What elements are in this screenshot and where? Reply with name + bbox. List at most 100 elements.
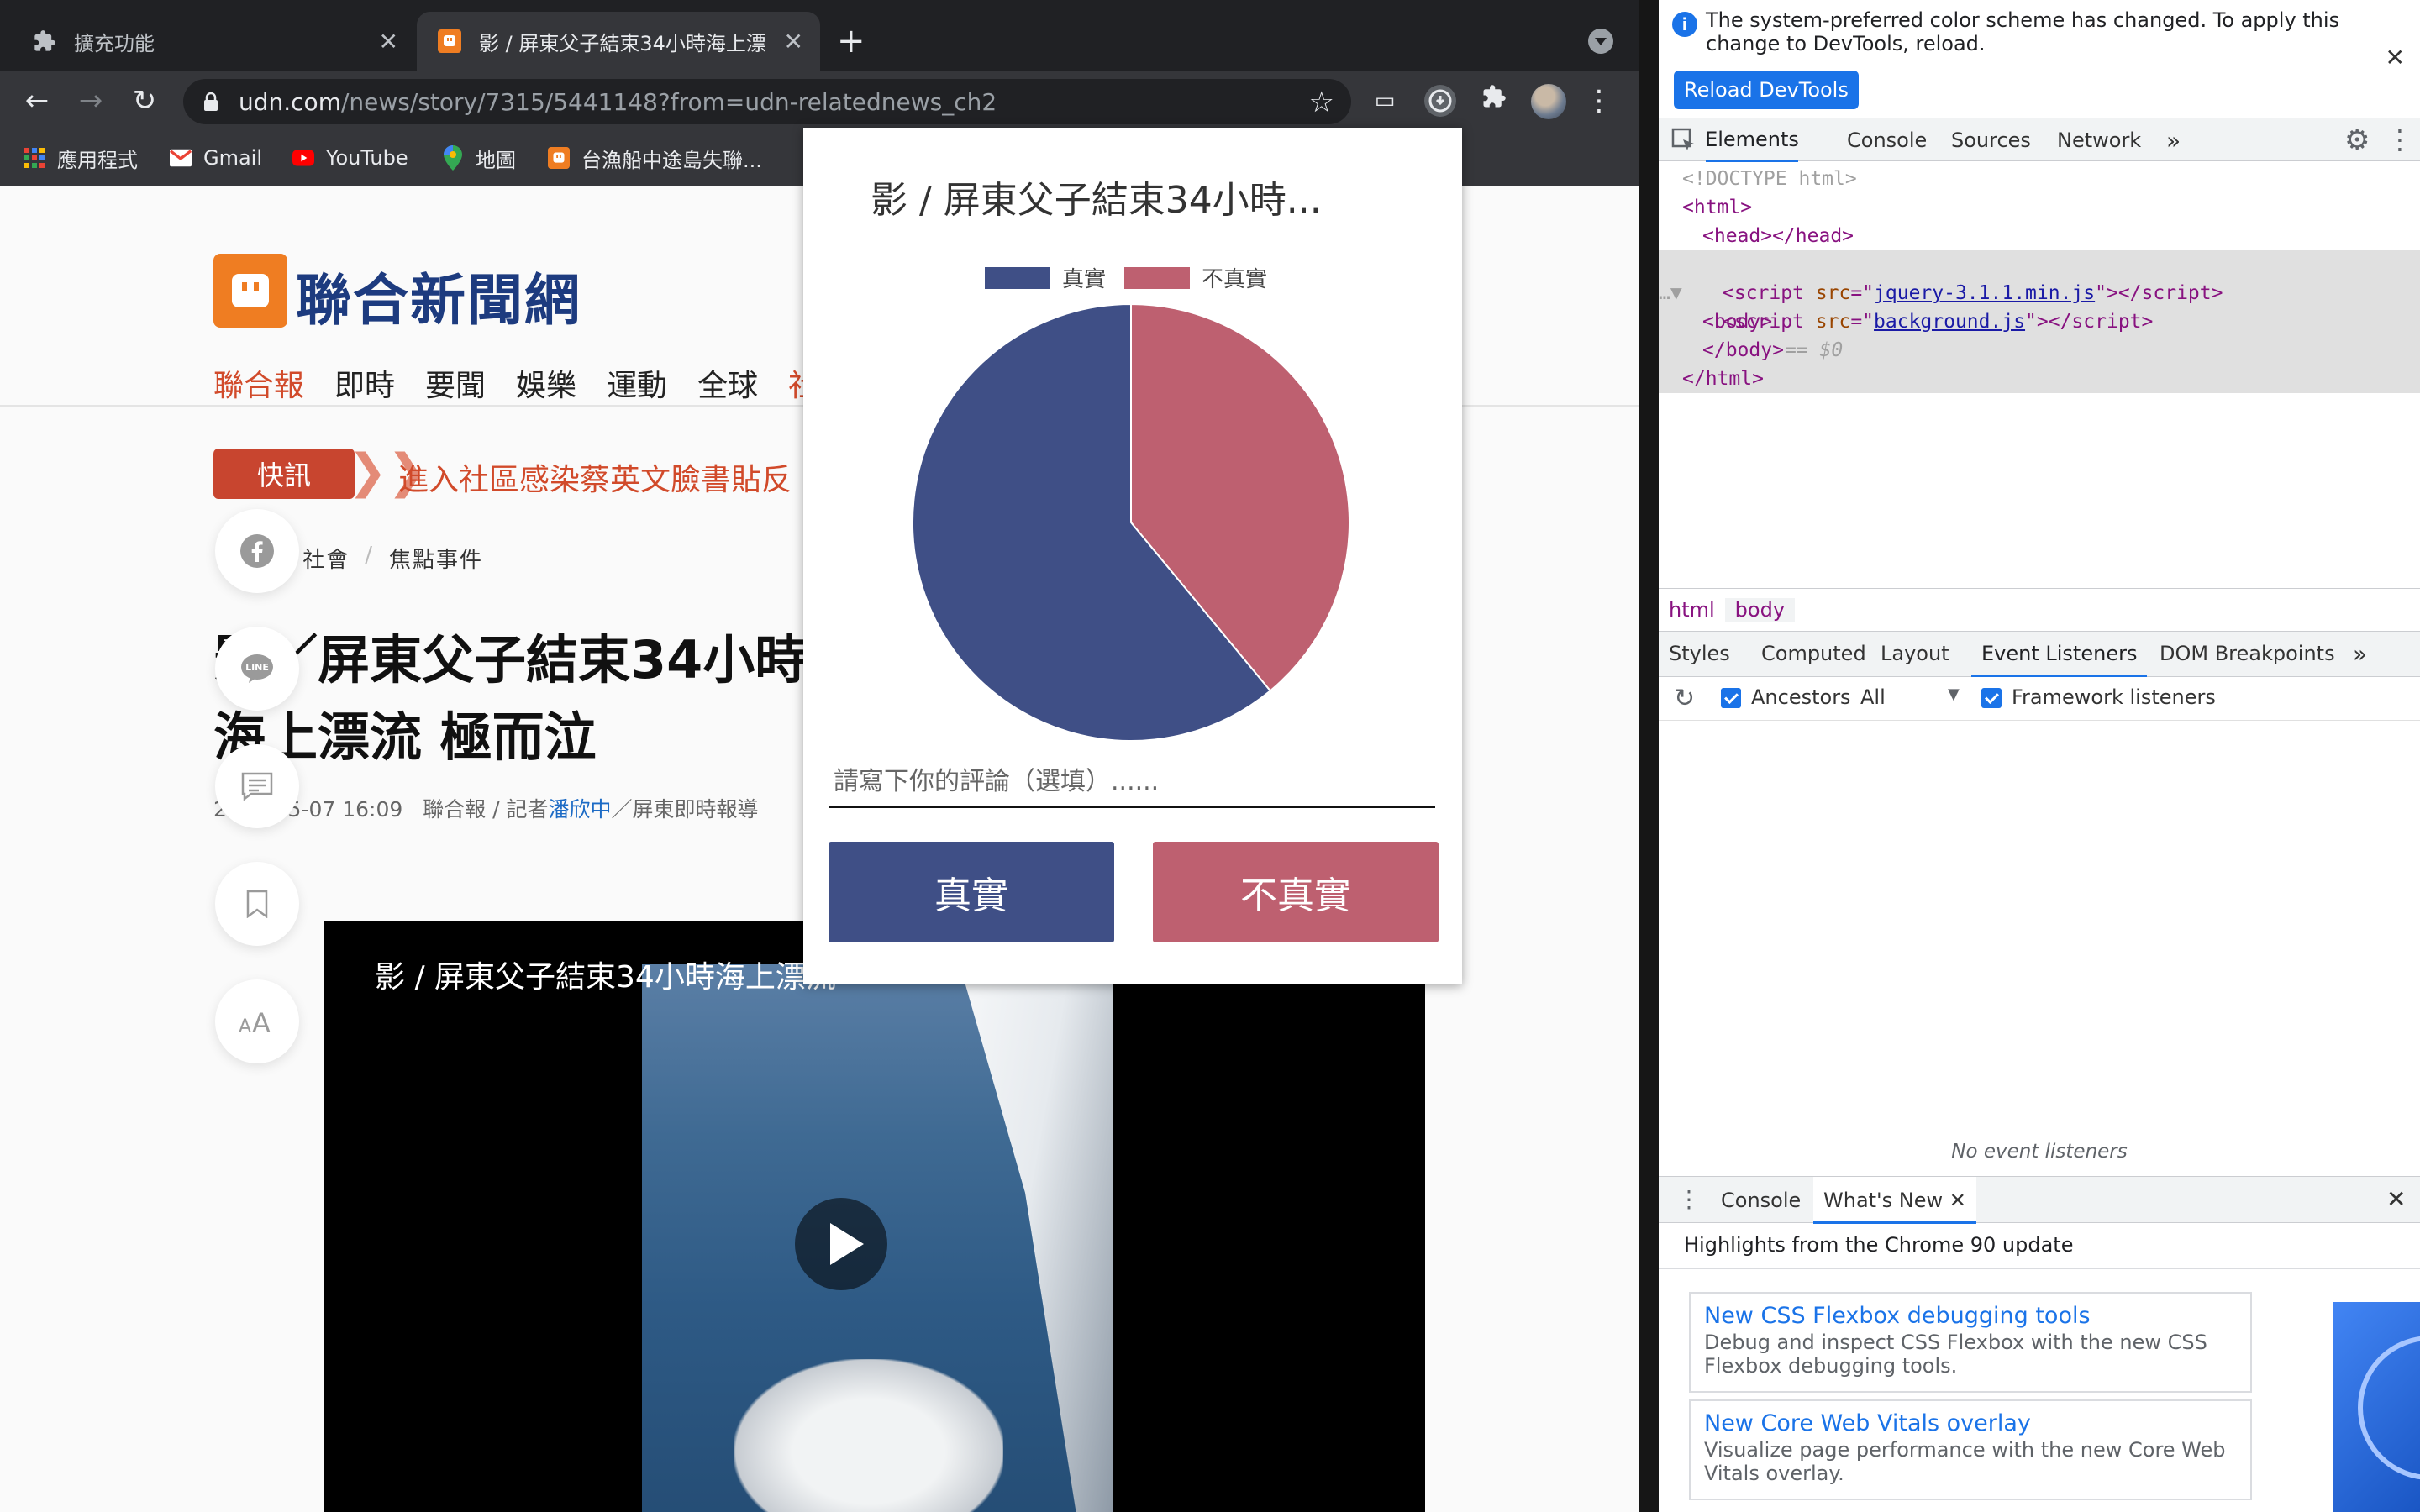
font-size-button[interactable]: AA	[215, 979, 299, 1063]
bookmark-star-icon[interactable]: ☆	[1309, 86, 1334, 119]
facebook-share-button[interactable]	[215, 509, 299, 593]
legend-swatch	[985, 266, 1050, 289]
crumb-html[interactable]: html	[1659, 598, 1725, 622]
play-button[interactable]	[795, 1198, 887, 1290]
extensions-puzzle-icon[interactable]	[1477, 84, 1511, 118]
bookmark-youtube[interactable]: YouTube	[292, 143, 408, 173]
comment-input[interactable]	[829, 756, 1435, 808]
legend-label: 不真實	[1202, 267, 1268, 292]
bookmark-maps[interactable]: 地圖	[442, 143, 516, 173]
udn-logo[interactable]	[213, 254, 287, 328]
close-drawer-icon[interactable]: ✕	[2386, 1185, 2406, 1213]
vote-true-button[interactable]: 真實	[829, 842, 1114, 942]
video-player[interactable]: 影 / 屏東父子結束34小時海上漂流	[324, 921, 1425, 1512]
apps-grid-icon	[24, 147, 45, 169]
tab-dom-breakpoints[interactable]: DOM Breakpoints	[2149, 632, 2345, 675]
breadcrumb-item[interactable]: 焦點事件	[389, 543, 483, 574]
line-share-button[interactable]: LINE	[215, 627, 299, 711]
nav-item-realtime[interactable]: 即時	[334, 361, 395, 405]
script-src-link[interactable]: background.js	[1874, 311, 2025, 333]
nav-item-udn-paper[interactable]: 聯合報	[213, 361, 304, 405]
bookmark-udn-article[interactable]: 台漁船中途島失聯...	[548, 143, 762, 173]
card-description: Debug and inspect CSS Flexbox with the n…	[1704, 1331, 2207, 1378]
cast-icon[interactable]: ▭	[1368, 84, 1402, 118]
inspect-element-icon[interactable]	[1670, 127, 1697, 154]
svg-text:LINE: LINE	[245, 662, 269, 673]
drawer-menu-icon[interactable]: ⋮	[1677, 1185, 1701, 1213]
author-link[interactable]: 潘欣中	[548, 797, 611, 822]
tab-search-icon[interactable]	[1588, 29, 1613, 54]
comment-icon	[241, 772, 273, 801]
panel-divider[interactable]	[1639, 0, 1659, 1512]
tab-event-listeners[interactable]: Event Listeners	[1971, 632, 2148, 677]
more-tabs-icon[interactable]: »	[2156, 118, 2191, 162]
address-bar[interactable]: udn.com/news/story/7315/5441148?from=udn…	[183, 79, 1351, 124]
raft-image	[734, 1359, 1003, 1512]
tab-extensions[interactable]: 擴充功能 ✕	[12, 12, 415, 71]
close-icon[interactable]: ✕	[379, 28, 398, 55]
tab-layout[interactable]: Layout	[1870, 632, 1960, 675]
tree-script-background[interactable]: <script src="background.js"></script>	[1723, 307, 2153, 336]
card-title-link[interactable]: New Core Web Vitals overlay	[1704, 1410, 2237, 1438]
reload-devtools-button[interactable]: Reload DevTools	[1674, 71, 1859, 109]
more-tabs-icon[interactable]: »	[2343, 632, 2377, 675]
crumb-body[interactable]: body	[1724, 598, 1796, 622]
vote-false-button[interactable]: 不真實	[1153, 842, 1439, 942]
drawer-tab-whats-new[interactable]: What's New ✕	[1813, 1177, 1976, 1224]
tree-html-open[interactable]: <html>	[1682, 193, 1752, 222]
tab-article[interactable]: 影 / 屏東父子結束34小時海上漂 ✕	[417, 12, 820, 71]
framework-checkbox[interactable]	[1981, 688, 2002, 708]
devtools-menu-icon[interactable]: ⋮	[2386, 123, 2413, 155]
nav-item-headlines[interactable]: 要聞	[425, 361, 486, 405]
new-tab-button[interactable]: +	[837, 20, 865, 62]
ancestors-checkbox[interactable]	[1721, 688, 1741, 708]
url-host: udn.com	[239, 87, 341, 116]
tab-console[interactable]: Console	[1837, 118, 1937, 162]
nav-item-sports[interactable]: 運動	[607, 361, 667, 405]
script-src-link[interactable]: jquery-3.1.1.min.js	[1874, 282, 2095, 304]
comment-button[interactable]	[215, 744, 299, 828]
info-icon: i	[1672, 12, 1697, 37]
back-icon[interactable]: ←	[18, 82, 55, 119]
close-icon[interactable]: ✕	[2386, 44, 2405, 71]
nav-item-global[interactable]: 全球	[697, 361, 758, 405]
tab-title: 擴充功能	[74, 31, 155, 55]
profile-avatar[interactable]	[1531, 84, 1566, 119]
tree-doctype[interactable]: <!DOCTYPE html>	[1682, 165, 1857, 193]
tree-script-jquery[interactable]: <script src="jquery-3.1.1.min.js"></scri…	[1723, 279, 2223, 307]
tree-html-close[interactable]: </html>	[1682, 365, 1764, 393]
whats-new-card[interactable]: New CSS Flexbox debugging tools Debug an…	[1689, 1292, 2252, 1393]
filter-select[interactable]: All	[1860, 685, 1886, 709]
menu-kebab-icon[interactable]: ⋮	[1585, 82, 1613, 119]
refresh-icon[interactable]: ↻	[1674, 684, 1695, 713]
site-name[interactable]: 聯合新聞網	[296, 255, 581, 336]
whats-new-illustration	[2333, 1302, 2420, 1512]
card-title-link[interactable]: New CSS Flexbox debugging tools	[1704, 1302, 2237, 1331]
tab-sources[interactable]: Sources	[1941, 118, 2041, 162]
bookmark-button[interactable]	[215, 862, 299, 946]
tab-computed[interactable]: Computed	[1751, 632, 1876, 675]
nav-item-entertainment[interactable]: 娛樂	[516, 361, 576, 405]
bookmark-apps[interactable]: 應用程式	[24, 143, 138, 173]
article-dateline: ／屏東即時報導	[611, 797, 759, 822]
tab-styles[interactable]: Styles	[1659, 632, 1740, 675]
tree-head[interactable]: <head></head>	[1702, 222, 1854, 250]
forward-icon[interactable]: →	[72, 82, 109, 119]
close-icon[interactable]: ✕	[1949, 1189, 1966, 1212]
tab-elements[interactable]: Elements	[1705, 118, 1799, 162]
bookmark-label: 台漁船中途島失聯...	[581, 148, 762, 172]
breadcrumb-item[interactable]: 社會	[302, 543, 350, 574]
gear-icon[interactable]: ⚙	[2344, 123, 2370, 157]
tab-network[interactable]: Network	[2047, 118, 2151, 162]
extension-active-icon[interactable]	[1423, 84, 1457, 118]
drawer-tab-console[interactable]: Console	[1721, 1189, 1801, 1212]
whats-new-heading: Highlights from the Chrome 90 update	[1684, 1233, 2074, 1257]
close-icon[interactable]: ✕	[784, 28, 803, 55]
bookmark-gmail[interactable]: Gmail	[170, 143, 262, 173]
chevron-down-icon[interactable]: ▼	[1948, 685, 1960, 703]
drawer-tab-label: What's New	[1823, 1189, 1944, 1212]
flash-news-link[interactable]: 進入社區感染蔡英文臉書貼反	[398, 455, 792, 499]
tree-body-close[interactable]: </body>	[1702, 336, 1784, 365]
whats-new-card[interactable]: New Core Web Vitals overlay Visualize pa…	[1689, 1399, 2252, 1500]
reload-icon[interactable]: ↻	[126, 82, 163, 119]
